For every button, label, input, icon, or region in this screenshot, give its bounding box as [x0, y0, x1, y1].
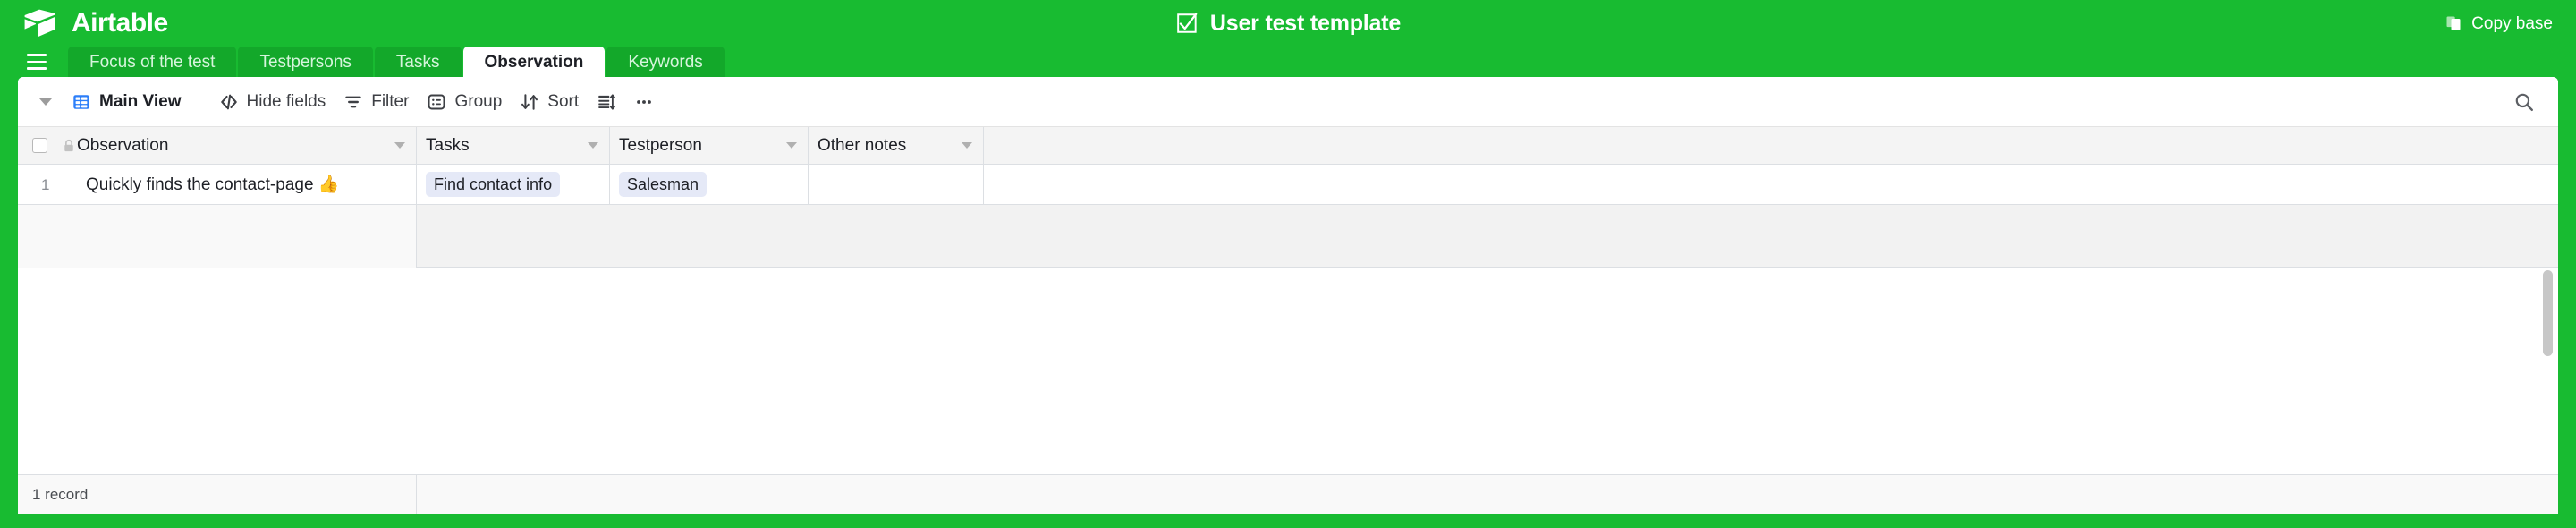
grid-empty-left [18, 205, 417, 268]
tab-tasks[interactable]: Tasks [375, 47, 462, 77]
brand-logo-group[interactable]: Airtable [23, 8, 168, 38]
tab-testpersons[interactable]: Testpersons [238, 47, 372, 77]
more-horizontal-icon [634, 92, 654, 112]
sort-label: Sort [547, 93, 579, 110]
search-icon [2513, 91, 2535, 113]
sort-button[interactable]: Sort [511, 87, 588, 117]
cell-other-notes[interactable] [809, 165, 984, 204]
grid-header-gutter [18, 127, 77, 164]
row-filler [984, 165, 2558, 204]
group-label: Group [454, 93, 502, 110]
cell-value: Quickly finds the contact-page 👍 [77, 176, 339, 193]
grid-footer: 1 record [18, 474, 2558, 514]
grid-header-row: Observation Tasks Testperson Other notes [18, 127, 2558, 165]
hide-fields-icon [219, 92, 239, 112]
column-header-tasks[interactable]: Tasks [417, 127, 610, 164]
filter-label: Filter [371, 93, 409, 110]
checkbox-checked-icon [1175, 12, 1199, 35]
column-header-filler [984, 127, 2558, 164]
tab-focus-of-the-test[interactable]: Focus of the test [68, 47, 236, 77]
hide-fields-label: Hide fields [247, 93, 326, 110]
tab-keywords[interactable]: Keywords [606, 47, 724, 77]
grid-empty-zone-upper [18, 205, 2558, 268]
copy-base-button[interactable]: Copy base [2445, 14, 2553, 32]
caret-down-icon [39, 98, 52, 106]
column-header-label: Testperson [610, 137, 777, 154]
grid-view-icon [72, 92, 91, 112]
data-grid: Observation Tasks Testperson Other notes… [18, 127, 2558, 514]
row-height-icon [597, 92, 616, 112]
linked-record-chip[interactable]: Salesman [619, 172, 707, 197]
sort-arrows-icon [520, 92, 539, 112]
more-options-button[interactable] [625, 87, 663, 117]
hide-fields-button[interactable]: Hide fields [210, 87, 335, 117]
column-header-label: Tasks [417, 137, 579, 154]
column-header-label: Observation [77, 137, 386, 154]
tab-observation[interactable]: Observation [463, 47, 606, 77]
app-panel: Main View Hide fields Filter [18, 77, 2558, 514]
current-view-button[interactable]: Main View [63, 87, 191, 117]
view-toolbar: Main View Hide fields Filter [18, 77, 2558, 127]
row-height-button[interactable] [588, 87, 625, 117]
column-header-testperson[interactable]: Testperson [610, 127, 809, 164]
cell-observation[interactable]: Quickly finds the contact-page 👍 [77, 165, 417, 204]
search-button[interactable] [2508, 86, 2540, 118]
cell-testperson[interactable]: Salesman [610, 165, 809, 204]
grid-body: 1 Quickly finds the contact-page 👍 Find … [18, 165, 2558, 474]
vertical-scrollbar[interactable] [2543, 270, 2553, 356]
table-row[interactable]: 1 Quickly finds the contact-page 👍 Find … [18, 165, 2558, 205]
base-title-group: User test template [1175, 12, 1401, 35]
hamburger-menu-icon[interactable] [18, 47, 55, 77]
group-icon [427, 92, 446, 112]
lock-icon [63, 139, 75, 153]
linked-record-chip[interactable]: Find contact info [426, 172, 560, 197]
row-number: 1 [18, 165, 77, 204]
table-tabs: Focus of the test Testpersons Tasks Obse… [68, 47, 724, 77]
duplicate-icon [2445, 14, 2462, 32]
record-count: 1 record [18, 475, 417, 514]
copy-base-label: Copy base [2471, 15, 2553, 32]
chevron-down-icon[interactable] [962, 142, 972, 149]
chevron-down-icon[interactable] [588, 142, 598, 149]
grid-footer-filler [417, 475, 2558, 514]
column-header-label: Other notes [809, 137, 953, 154]
base-title: User test template [1210, 13, 1401, 35]
current-view-name: Main View [99, 93, 182, 110]
filter-funnel-icon [343, 92, 363, 112]
group-button[interactable]: Group [418, 87, 511, 117]
brand-name: Airtable [72, 10, 168, 37]
grid-empty-right [417, 205, 2558, 268]
filter-button[interactable]: Filter [335, 87, 418, 117]
airtable-cube-logo [23, 8, 59, 38]
chevron-down-icon[interactable] [786, 142, 797, 149]
column-header-other-notes[interactable]: Other notes [809, 127, 984, 164]
checkbox-unchecked-icon[interactable] [32, 138, 47, 153]
column-header-observation[interactable]: Observation [77, 127, 417, 164]
table-tab-bar: Focus of the test Testpersons Tasks Obse… [0, 47, 2576, 77]
top-bar: Airtable User test template Copy base [0, 0, 2576, 47]
cell-tasks[interactable]: Find contact info [417, 165, 610, 204]
chevron-down-icon[interactable] [394, 142, 405, 149]
collapse-sidebar-button[interactable] [34, 98, 57, 106]
